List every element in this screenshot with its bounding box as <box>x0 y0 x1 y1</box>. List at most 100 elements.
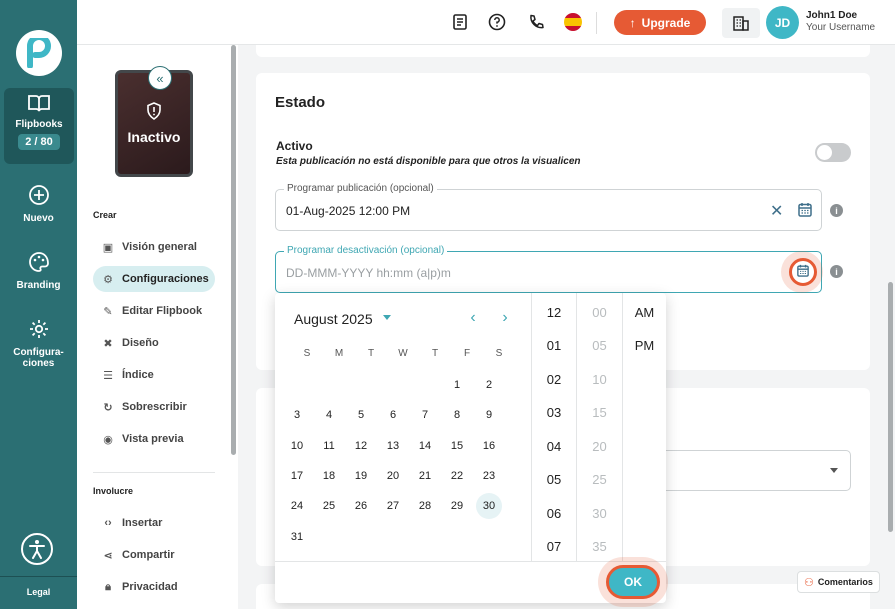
menu-editar-flipbook[interactable]: ✎ Editar Flipbook <box>93 298 215 324</box>
programar-desactivacion-field[interactable]: Programar desactivación (opcional) DD-MM… <box>275 245 822 293</box>
app-logo[interactable] <box>16 30 62 76</box>
calendar-day[interactable]: 3 <box>284 402 310 428</box>
calendar-day[interactable]: 24 <box>284 493 310 519</box>
minute-option[interactable]: 20 <box>577 439 622 454</box>
minute-option[interactable]: 30 <box>577 506 622 521</box>
programar-publicacion-field[interactable]: Programar publicación (opcional) 01-Aug-… <box>275 183 822 231</box>
minute-option[interactable]: 10 <box>577 372 622 387</box>
menu-configuraciones[interactable]: ⚙ Configuraciones <box>93 266 215 292</box>
calendar-day[interactable]: 25 <box>316 493 342 519</box>
calendar-day[interactable]: 14 <box>412 433 438 459</box>
organization-icon[interactable] <box>722 8 760 38</box>
nav-flipbooks[interactable]: Flipbooks 2 / 80 <box>4 88 74 164</box>
user-name[interactable]: John1 Doe <box>806 10 857 21</box>
hour-option[interactable]: 05 <box>532 472 576 487</box>
section-involucre-label: Involucre <box>93 486 134 496</box>
menu-item-label: Insertar <box>122 517 163 529</box>
calendar-day[interactable]: 22 <box>444 463 470 489</box>
ampm-column[interactable]: AM PM <box>623 293 666 561</box>
hour-option[interactable]: 07 <box>532 539 576 554</box>
info-icon[interactable]: i <box>830 204 843 217</box>
comments-button[interactable]: ⚇ Comentarios <box>797 571 880 593</box>
minute-option[interactable]: 35 <box>577 539 622 554</box>
minutes-column[interactable]: 00 05 10 15 20 25 30 35 <box>577 293 623 561</box>
pm-option[interactable]: PM <box>623 338 666 353</box>
hour-option[interactable]: 04 <box>532 439 576 454</box>
document-icon[interactable] <box>450 12 470 32</box>
chevron-right-icon[interactable]: › <box>497 309 513 327</box>
hour-option[interactable]: 12 <box>532 305 576 320</box>
nav-configuraciones[interactable]: Configura- ciones <box>0 318 77 369</box>
menu-compartir[interactable]: ⋖ Compartir <box>93 542 215 568</box>
minute-option[interactable]: 00 <box>577 305 622 320</box>
accessibility-icon[interactable] <box>21 533 53 565</box>
pencil-icon: ✎ <box>103 305 113 318</box>
caret-down-icon[interactable] <box>383 315 391 320</box>
calendar-day[interactable]: 4 <box>316 402 342 428</box>
upgrade-button[interactable]: ↑ Upgrade <box>614 10 706 35</box>
calendar-day[interactable]: 2 <box>476 372 502 398</box>
calendar-day[interactable]: 31 <box>284 524 310 550</box>
menu-vista-previa[interactable]: ◉ Vista previa <box>93 426 215 452</box>
month-year-label[interactable]: August 2025 <box>294 311 373 327</box>
ok-button[interactable]: OK <box>606 565 660 599</box>
calendar-day[interactable]: 28 <box>412 493 438 519</box>
calendar-day[interactable]: 7 <box>412 402 438 428</box>
nav-nuevo[interactable]: Nuevo <box>0 184 77 224</box>
calendar-day[interactable]: 21 <box>412 463 438 489</box>
calendar-day[interactable]: 23 <box>476 463 502 489</box>
calendar-day[interactable]: 15 <box>444 433 470 459</box>
panel-scrollbar[interactable] <box>231 45 236 455</box>
calendar-day[interactable]: 12 <box>348 433 374 459</box>
calendar-picker-button[interactable] <box>789 258 817 286</box>
nav-branding[interactable]: Branding <box>0 251 77 291</box>
calendar-day[interactable]: 16 <box>476 433 502 459</box>
minute-option[interactable]: 25 <box>577 472 622 487</box>
nav-nuevo-label: Nuevo <box>23 213 54 224</box>
calendar-day[interactable]: 5 <box>348 402 374 428</box>
menu-diseno[interactable]: ✖ Diseño <box>93 330 215 356</box>
calendar-day[interactable]: 8 <box>444 402 470 428</box>
main-scrollbar[interactable] <box>888 282 893 532</box>
hidden-select-field[interactable] <box>660 450 851 491</box>
hour-option[interactable]: 02 <box>532 372 576 387</box>
minute-option[interactable]: 05 <box>577 338 622 353</box>
legal-link[interactable]: Legal <box>0 576 77 597</box>
calendar-day[interactable]: 6 <box>380 402 406 428</box>
calendar-day[interactable]: 26 <box>348 493 374 519</box>
menu-insertar[interactable]: ‹› Insertar <box>93 510 215 536</box>
activo-toggle[interactable] <box>815 143 851 162</box>
avatar[interactable]: JD <box>766 6 799 39</box>
collapse-panel-button[interactable]: « <box>148 66 172 90</box>
calendar-day[interactable]: 27 <box>380 493 406 519</box>
help-icon[interactable] <box>487 12 507 32</box>
hours-column[interactable]: 12 01 02 03 04 05 06 07 <box>531 293 577 561</box>
calendar-day[interactable]: 9 <box>476 402 502 428</box>
menu-indice[interactable]: ☰ Índice <box>93 362 215 388</box>
language-flag-icon[interactable] <box>564 13 582 31</box>
chevron-left-icon[interactable]: ‹ <box>465 309 481 327</box>
phone-icon[interactable] <box>526 12 546 32</box>
index-icon: ☰ <box>103 369 113 382</box>
clear-icon[interactable]: ✕ <box>770 201 783 221</box>
hour-option[interactable]: 03 <box>532 405 576 420</box>
hour-option[interactable]: 01 <box>532 338 576 353</box>
menu-privacidad[interactable]: 🔒︎ Privacidad <box>93 574 215 600</box>
calendar-day[interactable]: 17 <box>284 463 310 489</box>
menu-sobrescribir[interactable]: ↻ Sobrescribir <box>93 394 215 420</box>
calendar-day[interactable]: 30 <box>476 493 502 519</box>
am-option[interactable]: AM <box>623 305 666 320</box>
hour-option[interactable]: 06 <box>532 506 576 521</box>
calendar-day[interactable]: 29 <box>444 493 470 519</box>
calendar-day[interactable]: 10 <box>284 433 310 459</box>
minute-option[interactable]: 15 <box>577 405 622 420</box>
calendar-day[interactable]: 13 <box>380 433 406 459</box>
menu-vision-general[interactable]: ▣ Visión general <box>93 234 215 260</box>
info-icon[interactable]: i <box>830 265 843 278</box>
calendar-day[interactable]: 19 <box>348 463 374 489</box>
calendar-day[interactable]: 18 <box>316 463 342 489</box>
calendar-day[interactable]: 20 <box>380 463 406 489</box>
calendar-day[interactable]: 1 <box>444 372 470 398</box>
calendar-icon[interactable] <box>798 202 812 220</box>
calendar-day[interactable]: 11 <box>316 433 342 459</box>
